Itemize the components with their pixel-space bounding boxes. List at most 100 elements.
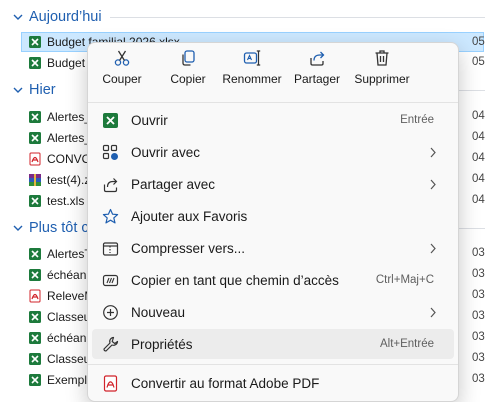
file-name: AlertesT — [47, 247, 92, 261]
chevron-down-icon — [13, 225, 23, 231]
file-date: 03, — [472, 331, 485, 343]
chevron-right-icon — [430, 147, 436, 158]
menu-item-label: Ouvrir — [131, 113, 168, 128]
excel-icon — [29, 269, 41, 281]
delete-label: Supprimer — [354, 72, 410, 86]
excel-icon — [29, 311, 41, 323]
pdf-icon — [29, 289, 41, 303]
file-date: 04, — [472, 131, 485, 143]
divider — [110, 17, 485, 18]
excel-icon — [29, 195, 41, 207]
copy-button[interactable]: Copier — [166, 49, 210, 93]
excel-icon — [29, 332, 41, 344]
share-label: Partager — [293, 72, 341, 86]
rename-label: Renommer — [222, 72, 282, 86]
share-icon — [310, 51, 325, 66]
copy-icon — [182, 50, 195, 66]
file-date: 03, — [472, 268, 485, 280]
file-name: échéan — [47, 331, 87, 345]
cut-label: Couper — [102, 72, 142, 86]
chevron-down-icon — [13, 87, 23, 93]
menu-item-open-with[interactable]: Ouvrir avec — [92, 137, 454, 167]
wrench-icon — [103, 336, 119, 352]
chevron-right-icon — [430, 179, 436, 190]
file-name: test(4).z — [47, 173, 91, 187]
file-date: 03, — [472, 289, 485, 301]
cut-button[interactable]: Couper — [100, 49, 144, 93]
chevron-right-icon — [430, 307, 436, 318]
menu-item-shortcut: Ctrl+Maj+C — [375, 274, 434, 286]
excel-icon — [29, 57, 41, 69]
file-date: 04, — [472, 152, 485, 164]
share-button[interactable]: Partager — [292, 49, 342, 93]
file-name: Classeu — [47, 310, 91, 324]
menu-item-label: Nouveau — [131, 305, 186, 320]
file-date: 05, — [472, 56, 485, 68]
rename-icon — [243, 50, 261, 66]
file-name: Budget — [47, 56, 86, 70]
open-with-icon — [102, 144, 118, 160]
file-date: 05, — [472, 36, 485, 48]
delete-button[interactable]: Supprimer — [352, 49, 412, 93]
excel-icon — [29, 36, 41, 48]
divider — [88, 102, 458, 103]
file-date: 04, — [472, 110, 485, 122]
group-label: Aujourd’hui — [29, 9, 102, 25]
file-date: 04, — [472, 173, 485, 185]
share-with-icon — [103, 178, 118, 193]
file-name: CONVO — [47, 152, 92, 166]
archive-folder-icon — [102, 242, 119, 256]
menu-item-compress[interactable]: Compresser vers... — [92, 233, 454, 263]
copy-label: Copier — [170, 72, 206, 86]
menu-item-label: Ajouter aux Favoris — [131, 209, 248, 224]
pdf-icon — [29, 152, 41, 166]
trash-icon — [375, 50, 389, 66]
excel-icon — [29, 248, 41, 260]
menu-item-open[interactable]: Ouvrir Entrée — [92, 105, 454, 135]
star-icon — [102, 208, 119, 224]
excel-icon — [29, 111, 41, 123]
file-name: Alertes_ — [47, 110, 92, 124]
menu-item-label: Partager avec — [131, 177, 216, 192]
context-menu-toolbar: Couper Copier Renommer Partager Supprime… — [88, 43, 458, 93]
divider — [88, 364, 458, 365]
excel-icon — [29, 374, 41, 386]
archive-icon — [29, 174, 41, 186]
excel-icon — [29, 132, 41, 144]
excel-icon — [103, 113, 118, 128]
copy-path-icon — [102, 274, 119, 287]
file-date: 04, — [472, 194, 485, 206]
context-menu: Couper Copier Renommer Partager Supprime… — [87, 42, 459, 402]
menu-item-label: Copier en tant que chemin d’accès — [131, 273, 339, 288]
adobe-pdf-icon — [103, 375, 118, 392]
plus-circle-icon — [103, 305, 118, 320]
menu-item-label: Convertir au format Adobe PDF — [131, 376, 320, 391]
menu-item-shortcut: Alt+Entrée — [379, 338, 434, 350]
group-label: Plus tôt c — [29, 220, 89, 236]
menu-item-new[interactable]: Nouveau — [92, 297, 454, 327]
file-date: 03, — [472, 310, 485, 322]
menu-item-label: Ouvrir avec — [131, 145, 201, 160]
menu-item-convert-pdf[interactable]: Convertir au format Adobe PDF — [92, 368, 454, 398]
file-name: Classeu — [47, 352, 91, 366]
scissors-icon — [114, 50, 130, 66]
chevron-down-icon — [13, 14, 23, 20]
menu-item-copy-path[interactable]: Copier en tant que chemin d’accès Ctrl+M… — [92, 265, 454, 295]
menu-item-properties[interactable]: Propriétés Alt+Entrée — [92, 329, 454, 359]
excel-icon — [29, 353, 41, 365]
file-name: Alertes_ — [47, 131, 92, 145]
chevron-right-icon — [430, 243, 436, 254]
group-header-today[interactable]: Aujourd’hui — [0, 6, 485, 28]
menu-item-label: Propriétés — [131, 337, 193, 352]
file-name: test.xls — [47, 194, 85, 208]
menu-item-share-with[interactable]: Partager avec — [92, 169, 454, 199]
group-label: Hier — [29, 82, 56, 98]
file-name: échéan — [47, 268, 87, 282]
file-date: 03, — [472, 373, 485, 385]
file-date: 03, — [472, 352, 485, 364]
menu-item-shortcut: Entrée — [400, 114, 434, 126]
rename-button[interactable]: Renommer — [220, 49, 284, 93]
menu-item-label: Compresser vers... — [131, 241, 246, 256]
file-date: 03, — [472, 247, 485, 259]
menu-item-add-favorites[interactable]: Ajouter aux Favoris — [92, 201, 454, 231]
